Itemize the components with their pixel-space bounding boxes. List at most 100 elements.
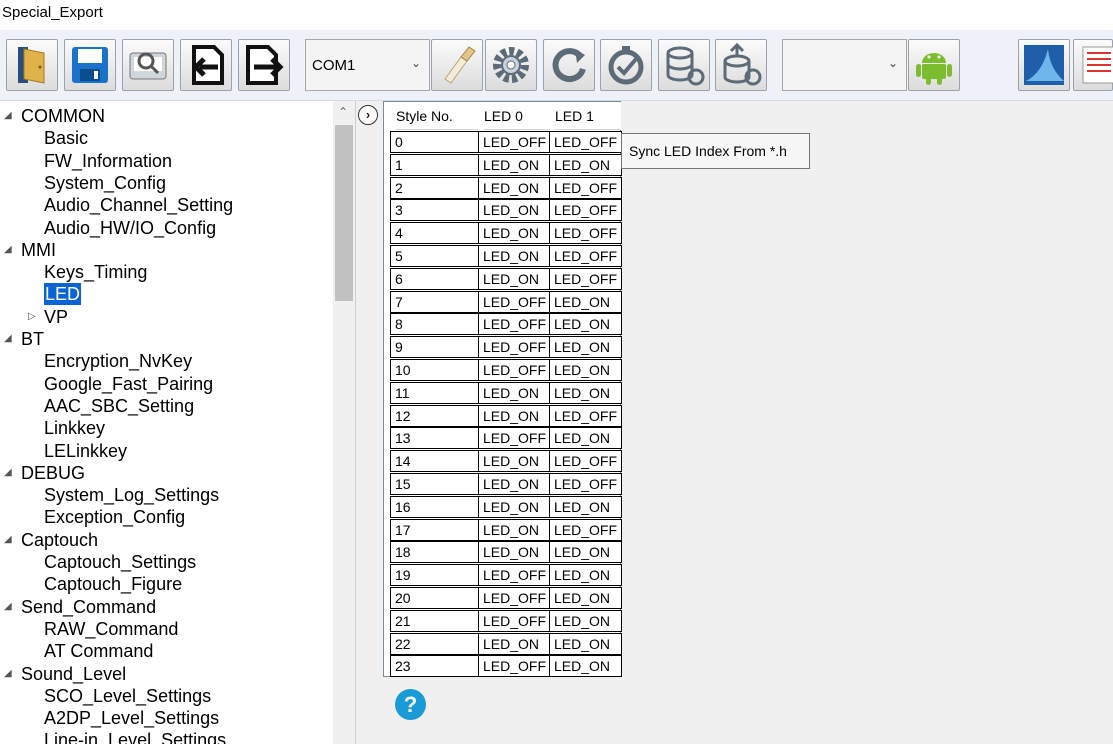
sync-button[interactable] (600, 39, 652, 91)
style-number-cell[interactable]: 8 (390, 313, 479, 336)
led-state-cell[interactable]: LED_OFF (549, 450, 622, 473)
style-number-cell[interactable]: 0 (390, 131, 479, 153)
led-state-cell[interactable]: LED_ON (478, 541, 551, 564)
led-state-cell[interactable]: LED_OFF (478, 131, 551, 153)
led-state-cell[interactable]: LED_ON (549, 587, 622, 609)
led-state-cell[interactable]: LED_OFF (478, 359, 551, 381)
style-number-cell[interactable]: 5 (390, 245, 479, 267)
tree-item[interactable]: Keys_Timing (0, 261, 333, 283)
led-state-cell[interactable]: LED_ON (478, 450, 551, 473)
collapsed-arrow-icon[interactable]: ▷ (28, 306, 36, 328)
led-state-cell[interactable]: LED_ON (478, 495, 551, 518)
led-state-cell[interactable]: LED_ON (478, 632, 551, 655)
tree-item[interactable]: ◢ COMMON (0, 105, 333, 127)
led-state-cell[interactable]: LED_ON (549, 153, 622, 176)
led-state-cell[interactable]: LED_ON (549, 655, 622, 678)
style-number-cell[interactable]: 19 (390, 564, 479, 587)
led-state-cell[interactable]: LED_OFF (549, 131, 622, 153)
device-select[interactable]: ⌄ (782, 39, 907, 91)
tree-item[interactable]: Exception_Config (0, 506, 333, 528)
led-state-cell[interactable]: LED_ON (478, 245, 551, 267)
tree-item[interactable]: ◢ DEBUG (0, 462, 333, 484)
tree-item[interactable]: Audio_Channel_Setting (0, 194, 333, 216)
style-number-cell[interactable]: 4 (390, 222, 479, 245)
tree-item[interactable]: AT Command (0, 640, 333, 662)
notes-button[interactable] (1073, 39, 1113, 91)
led-state-cell[interactable]: LED_OFF (478, 587, 551, 609)
tree-scrollbar[interactable]: ⌃ (333, 101, 355, 744)
led-state-cell[interactable]: LED_ON (549, 632, 622, 655)
style-number-cell[interactable]: 16 (390, 495, 479, 518)
tree-item[interactable]: System_Log_Settings (0, 484, 333, 506)
style-number-cell[interactable]: 22 (390, 632, 479, 655)
import-button[interactable] (180, 39, 232, 91)
style-number-cell[interactable]: 20 (390, 587, 479, 609)
tree-item[interactable]: Audio_HW/IO_Config (0, 217, 333, 239)
led-state-cell[interactable]: LED_OFF (478, 290, 551, 313)
expanded-arrow-icon[interactable]: ◢ (4, 105, 12, 127)
tree-item[interactable]: SCO_Level_Settings (0, 685, 333, 707)
led-state-cell[interactable]: LED_ON (549, 336, 622, 359)
style-number-cell[interactable]: 13 (390, 427, 479, 450)
led-state-cell[interactable]: LED_ON (549, 359, 622, 381)
column-header[interactable]: Style No. (396, 102, 478, 130)
style-number-cell[interactable]: 2 (390, 176, 479, 199)
led-state-cell[interactable]: LED_ON (549, 313, 622, 336)
led-state-cell[interactable]: LED_ON (549, 564, 622, 587)
led-state-cell[interactable]: LED_OFF (549, 473, 622, 495)
expanded-arrow-icon[interactable]: ◢ (4, 596, 12, 618)
tree-item[interactable]: ◢ BT (0, 328, 333, 350)
db-refresh-button[interactable] (658, 39, 710, 91)
led-state-cell[interactable]: LED_ON (478, 518, 551, 541)
tree-item[interactable]: Google_Fast_Pairing (0, 373, 333, 395)
style-number-cell[interactable]: 7 (390, 290, 479, 313)
led-state-cell[interactable]: LED_ON (478, 176, 551, 199)
led-state-cell[interactable]: LED_OFF (549, 176, 622, 199)
led-state-cell[interactable]: LED_OFF (549, 222, 622, 245)
column-header[interactable]: LED 1 (555, 102, 621, 130)
scroll-up-icon[interactable]: ⌃ (338, 105, 348, 119)
style-number-cell[interactable]: 3 (390, 199, 479, 222)
led-state-cell[interactable]: LED_OFF (478, 609, 551, 632)
tree-item[interactable]: ▷ VP (0, 306, 333, 328)
style-number-cell[interactable]: 9 (390, 336, 479, 359)
led-state-cell[interactable]: LED_OFF (549, 404, 622, 427)
tree-item[interactable]: ◢ Captouch (0, 529, 333, 551)
led-state-cell[interactable]: LED_ON (549, 495, 622, 518)
style-number-cell[interactable]: 11 (390, 381, 479, 404)
led-state-cell[interactable]: LED_ON (478, 267, 551, 290)
expanded-arrow-icon[interactable]: ◢ (4, 239, 12, 261)
tree-item[interactable]: ◢ Sound_Level (0, 663, 333, 685)
refresh-button[interactable] (543, 39, 595, 91)
style-number-cell[interactable]: 23 (390, 655, 479, 678)
style-number-cell[interactable]: 1 (390, 153, 479, 176)
help-icon[interactable]: ? (395, 689, 426, 720)
led-state-cell[interactable]: LED_OFF (478, 313, 551, 336)
led-state-cell[interactable]: LED_OFF (549, 199, 622, 222)
style-number-cell[interactable]: 14 (390, 450, 479, 473)
tree-item[interactable]: Line-in_Level_Settings (0, 729, 333, 744)
led-state-cell[interactable]: LED_ON (478, 381, 551, 404)
led-state-cell[interactable]: LED_ON (549, 609, 622, 632)
led-state-cell[interactable]: LED_ON (549, 381, 622, 404)
tree-item[interactable]: Encryption_NvKey (0, 350, 333, 372)
shark-app-button[interactable] (1018, 39, 1070, 91)
tree-item[interactable]: Captouch_Figure (0, 573, 333, 595)
chevron-right-icon[interactable]: › (358, 105, 378, 125)
expanded-arrow-icon[interactable]: ◢ (4, 328, 12, 350)
column-header[interactable]: LED 0 (484, 102, 550, 130)
expanded-arrow-icon[interactable]: ◢ (4, 462, 12, 484)
tree-item[interactable]: Basic (0, 127, 333, 149)
expanded-arrow-icon[interactable]: ◢ (4, 663, 12, 685)
expanded-arrow-icon[interactable]: ◢ (4, 529, 12, 551)
led-state-cell[interactable]: LED_ON (478, 199, 551, 222)
led-state-cell[interactable]: LED_ON (549, 427, 622, 450)
tree-item[interactable]: AAC_SBC_Setting (0, 395, 333, 417)
led-state-cell[interactable]: LED_OFF (478, 564, 551, 587)
style-number-cell[interactable]: 21 (390, 609, 479, 632)
led-state-cell[interactable]: LED_ON (549, 290, 622, 313)
preview-button[interactable] (122, 39, 174, 91)
style-number-cell[interactable]: 17 (390, 518, 479, 541)
tree-item[interactable]: LED (0, 283, 333, 306)
led-state-cell[interactable]: LED_ON (478, 473, 551, 495)
